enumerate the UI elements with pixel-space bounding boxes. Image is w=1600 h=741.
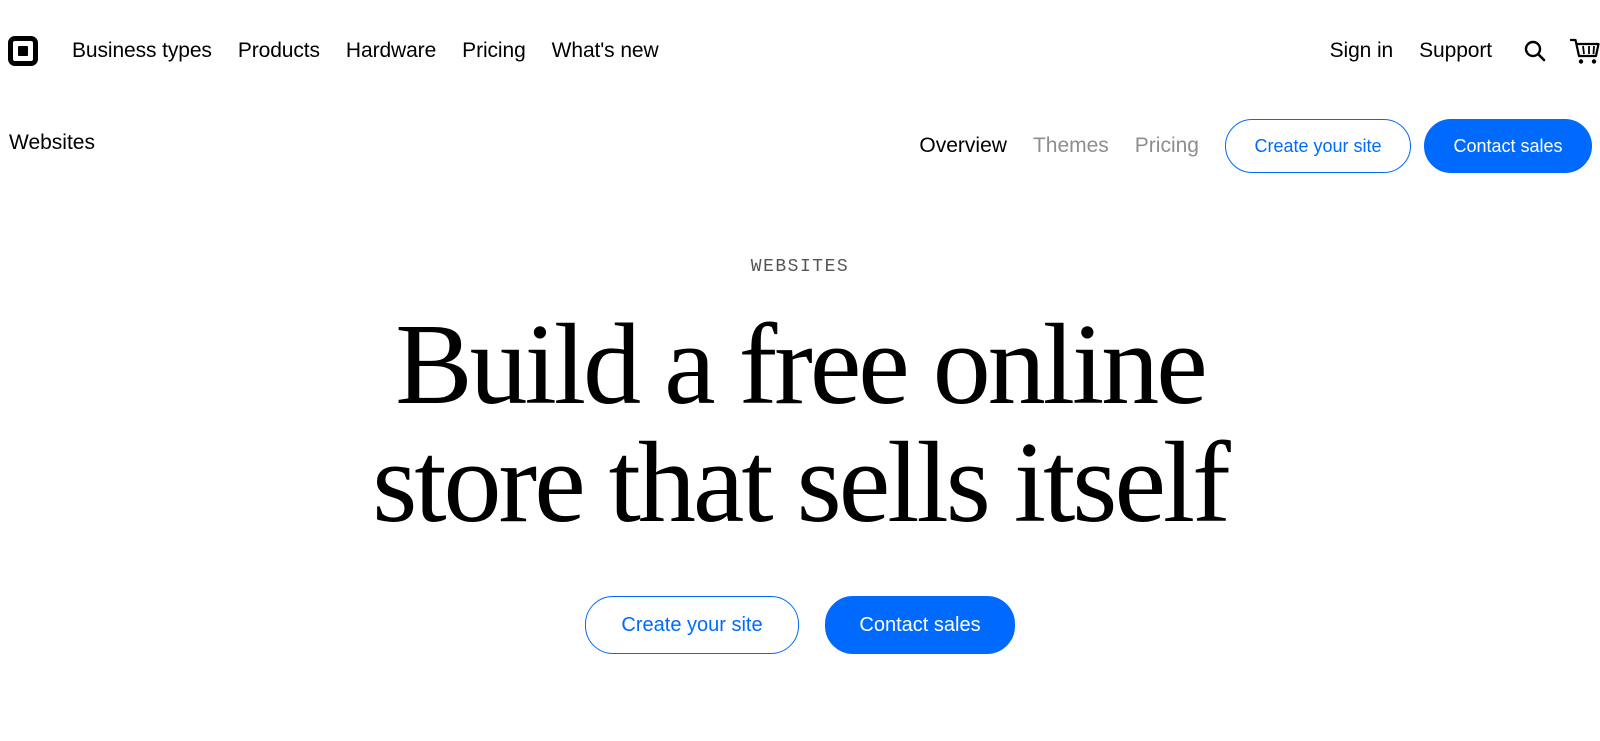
hero-cta-group: Create your site Contact sales — [0, 596, 1600, 654]
support-link[interactable]: Support — [1419, 39, 1492, 63]
cart-icon-graphic — [1570, 38, 1600, 64]
utility-nav: Sign in Support — [1304, 36, 1600, 66]
hero-headline-line-2: store that sells itself — [372, 419, 1231, 547]
nav-business-types[interactable]: Business types — [72, 39, 212, 63]
tab-pricing[interactable]: Pricing — [1135, 134, 1199, 158]
subnav-contact-sales-button[interactable]: Contact sales — [1424, 119, 1592, 173]
websites-subnav: Websites Overview Themes Pricing Create … — [0, 118, 1600, 174]
primary-nav: Business types Products Hardware Pricing… — [72, 36, 685, 66]
hero-create-site-button[interactable]: Create your site — [585, 596, 799, 654]
hero-contact-sales-button[interactable]: Contact sales — [825, 596, 1015, 654]
subnav-create-site-button[interactable]: Create your site — [1225, 119, 1411, 173]
square-logo-icon[interactable] — [8, 36, 38, 66]
nav-hardware[interactable]: Hardware — [346, 39, 436, 63]
cart-icon[interactable] — [1570, 36, 1600, 66]
nav-pricing[interactable]: Pricing — [462, 39, 526, 63]
search-icon-graphic — [1524, 40, 1546, 62]
search-icon[interactable] — [1520, 36, 1550, 66]
global-header: Business types Products Hardware Pricing… — [0, 0, 1600, 104]
hero-eyebrow: WEBSITES — [750, 257, 850, 277]
subnav-actions: Overview Themes Pricing Create your site… — [919, 118, 1592, 174]
tab-overview[interactable]: Overview — [919, 134, 1007, 158]
hero-headline-line-1: Build a free online — [395, 301, 1208, 429]
hero-headline: Build a free online store that sells its… — [0, 306, 1600, 542]
subnav-title[interactable]: Websites — [9, 131, 95, 155]
tab-themes[interactable]: Themes — [1033, 134, 1109, 158]
sign-in-link[interactable]: Sign in — [1330, 39, 1394, 63]
logo-inner-square — [18, 46, 28, 56]
nav-products[interactable]: Products — [238, 39, 320, 63]
nav-whats-new[interactable]: What's new — [552, 39, 659, 63]
